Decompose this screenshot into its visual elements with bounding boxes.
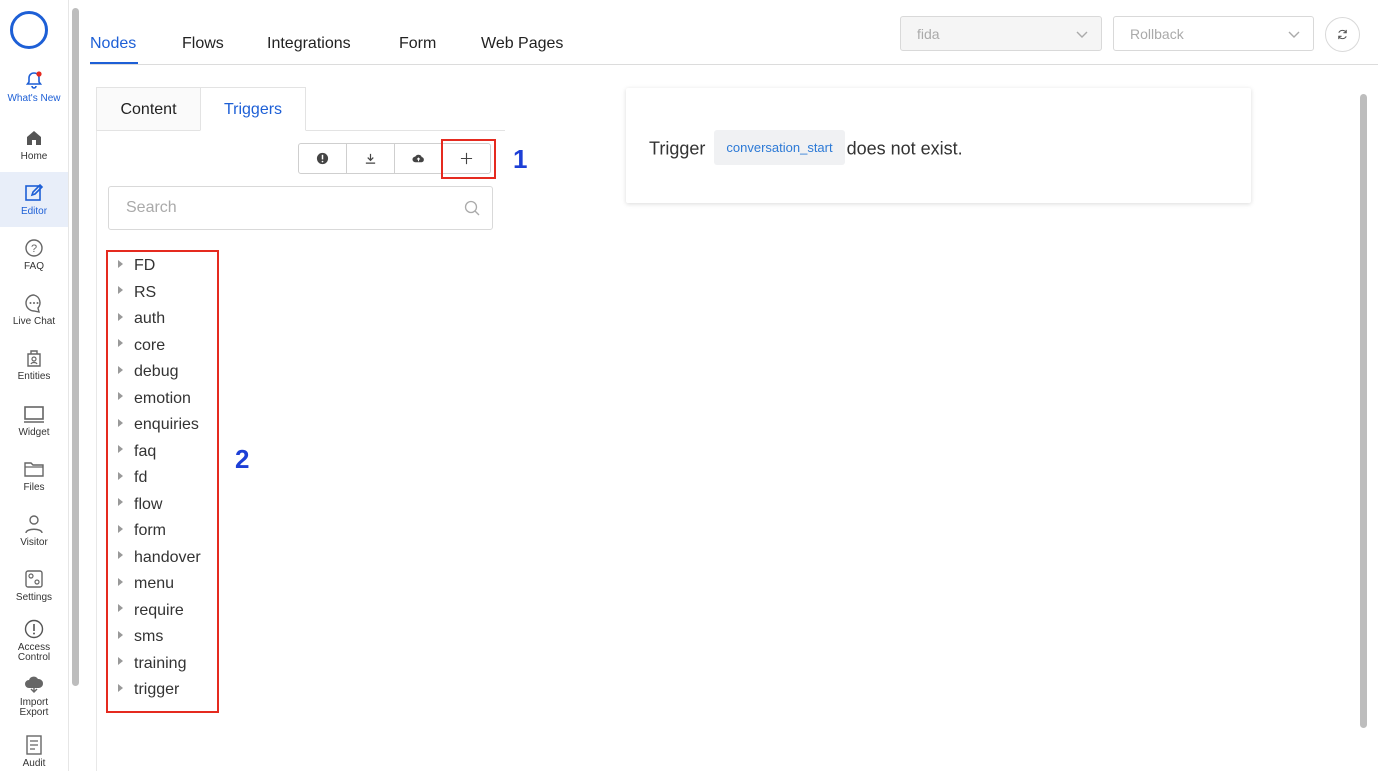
sidebar-item-label: Audit — [22, 758, 46, 769]
download-icon — [365, 153, 376, 164]
sidebar-item-label: Home — [20, 151, 48, 162]
monitor-icon — [24, 406, 44, 423]
highlight-box-add — [441, 139, 496, 179]
alert-circle-icon — [24, 619, 44, 639]
sidebar-item-label: Import Export — [19, 697, 49, 718]
message-suffix: does not exist. — [846, 138, 963, 159]
refresh-icon — [1338, 29, 1347, 40]
info-icon — [316, 152, 329, 165]
sidebar-item-access-control[interactable]: Access Control — [0, 619, 68, 663]
refresh-button[interactable] — [1325, 17, 1360, 52]
tab-web-pages[interactable]: Web Pages — [481, 35, 563, 53]
annotation-1: 1 — [513, 144, 528, 174]
subtab-content[interactable]: Content — [96, 87, 201, 131]
sidebar-item-label: Files — [23, 482, 45, 493]
entities-icon — [27, 350, 41, 367]
download-button[interactable] — [346, 143, 395, 174]
chevron-down-icon — [1288, 31, 1300, 38]
bell-icon — [25, 71, 43, 89]
home-icon — [27, 131, 41, 145]
upload-button[interactable] — [394, 143, 443, 174]
sidebar-item-audit[interactable]: Audit — [0, 735, 68, 769]
tab-integrations[interactable]: Integrations — [267, 35, 351, 53]
search-placeholder: Search — [126, 199, 177, 216]
svg-text:?: ? — [31, 243, 37, 255]
sidebar-item-settings[interactable]: Settings — [0, 569, 68, 603]
rollback-select-value: Rollback — [1130, 26, 1184, 42]
sidebar: What's New Home Editor ? FAQ Live Chat E… — [0, 0, 69, 771]
sidebar-item-label: FAQ — [23, 261, 44, 272]
sidebar-item-widget[interactable]: Widget — [0, 404, 68, 438]
user-icon — [25, 515, 43, 534]
sidebar-item-label: Editor — [20, 206, 48, 217]
cloud-icon — [25, 676, 44, 693]
sidebar-item-label: Live Chat — [12, 316, 56, 327]
message-card: Trigger conversation_start does not exist… — [626, 88, 1251, 203]
tab-flows[interactable]: Flows — [182, 35, 224, 53]
main-scrollbar[interactable] — [1360, 94, 1367, 728]
search-input[interactable]: Search — [108, 186, 493, 230]
version-select-value: fida — [917, 26, 940, 42]
sidebar-item-home[interactable]: Home — [0, 128, 68, 162]
sidebar-item-editor[interactable]: Editor — [0, 172, 68, 227]
sidebar-item-label: Access Control — [17, 642, 51, 663]
highlight-box-tree — [106, 250, 219, 713]
tab-form[interactable]: Form — [399, 35, 436, 53]
edit-icon — [25, 183, 44, 201]
tab-nodes[interactable]: Nodes — [90, 35, 136, 53]
sidebar-item-live-chat[interactable]: Live Chat — [0, 293, 68, 327]
sidebar-item-import-export[interactable]: Import Export — [0, 674, 68, 718]
message-text: Trigger conversation_start does not exist… — [649, 130, 963, 167]
version-select[interactable]: fida — [900, 16, 1102, 51]
info-button[interactable] — [298, 143, 347, 174]
sidebar-item-label: Widget — [18, 427, 50, 438]
chat-icon — [25, 294, 41, 313]
sidebar-item-label: What's New — [7, 93, 61, 104]
rollback-select[interactable]: Rollback — [1113, 16, 1314, 51]
message-prefix: Trigger — [649, 138, 706, 159]
sidebar-item-visitor[interactable]: Visitor — [0, 514, 68, 548]
folder-icon — [24, 462, 44, 477]
subtab-triggers[interactable]: Triggers — [200, 87, 306, 131]
settings-icon — [25, 570, 43, 588]
cloud-upload-icon — [412, 154, 424, 163]
sidebar-item-whats-new[interactable]: What's New — [0, 70, 68, 104]
annotation-2: 2 — [235, 444, 250, 474]
search-icon — [464, 200, 480, 216]
sidebar-item-label: Visitor — [20, 537, 48, 548]
trigger-tag: conversation_start — [714, 130, 845, 165]
chevron-down-icon — [1076, 31, 1088, 38]
sidebar-item-label: Entities — [17, 371, 51, 382]
sidebar-item-files[interactable]: Files — [0, 459, 68, 493]
sidebar-scrollbar[interactable] — [72, 8, 79, 686]
sidebar-item-label: Settings — [15, 592, 53, 603]
sidebar-item-entities[interactable]: Entities — [0, 348, 68, 382]
logo[interactable] — [10, 11, 48, 49]
sidebar-item-faq[interactable]: ? FAQ — [0, 238, 68, 272]
nav-divider — [90, 64, 1378, 65]
document-icon — [26, 735, 42, 755]
question-icon: ? — [25, 239, 43, 257]
